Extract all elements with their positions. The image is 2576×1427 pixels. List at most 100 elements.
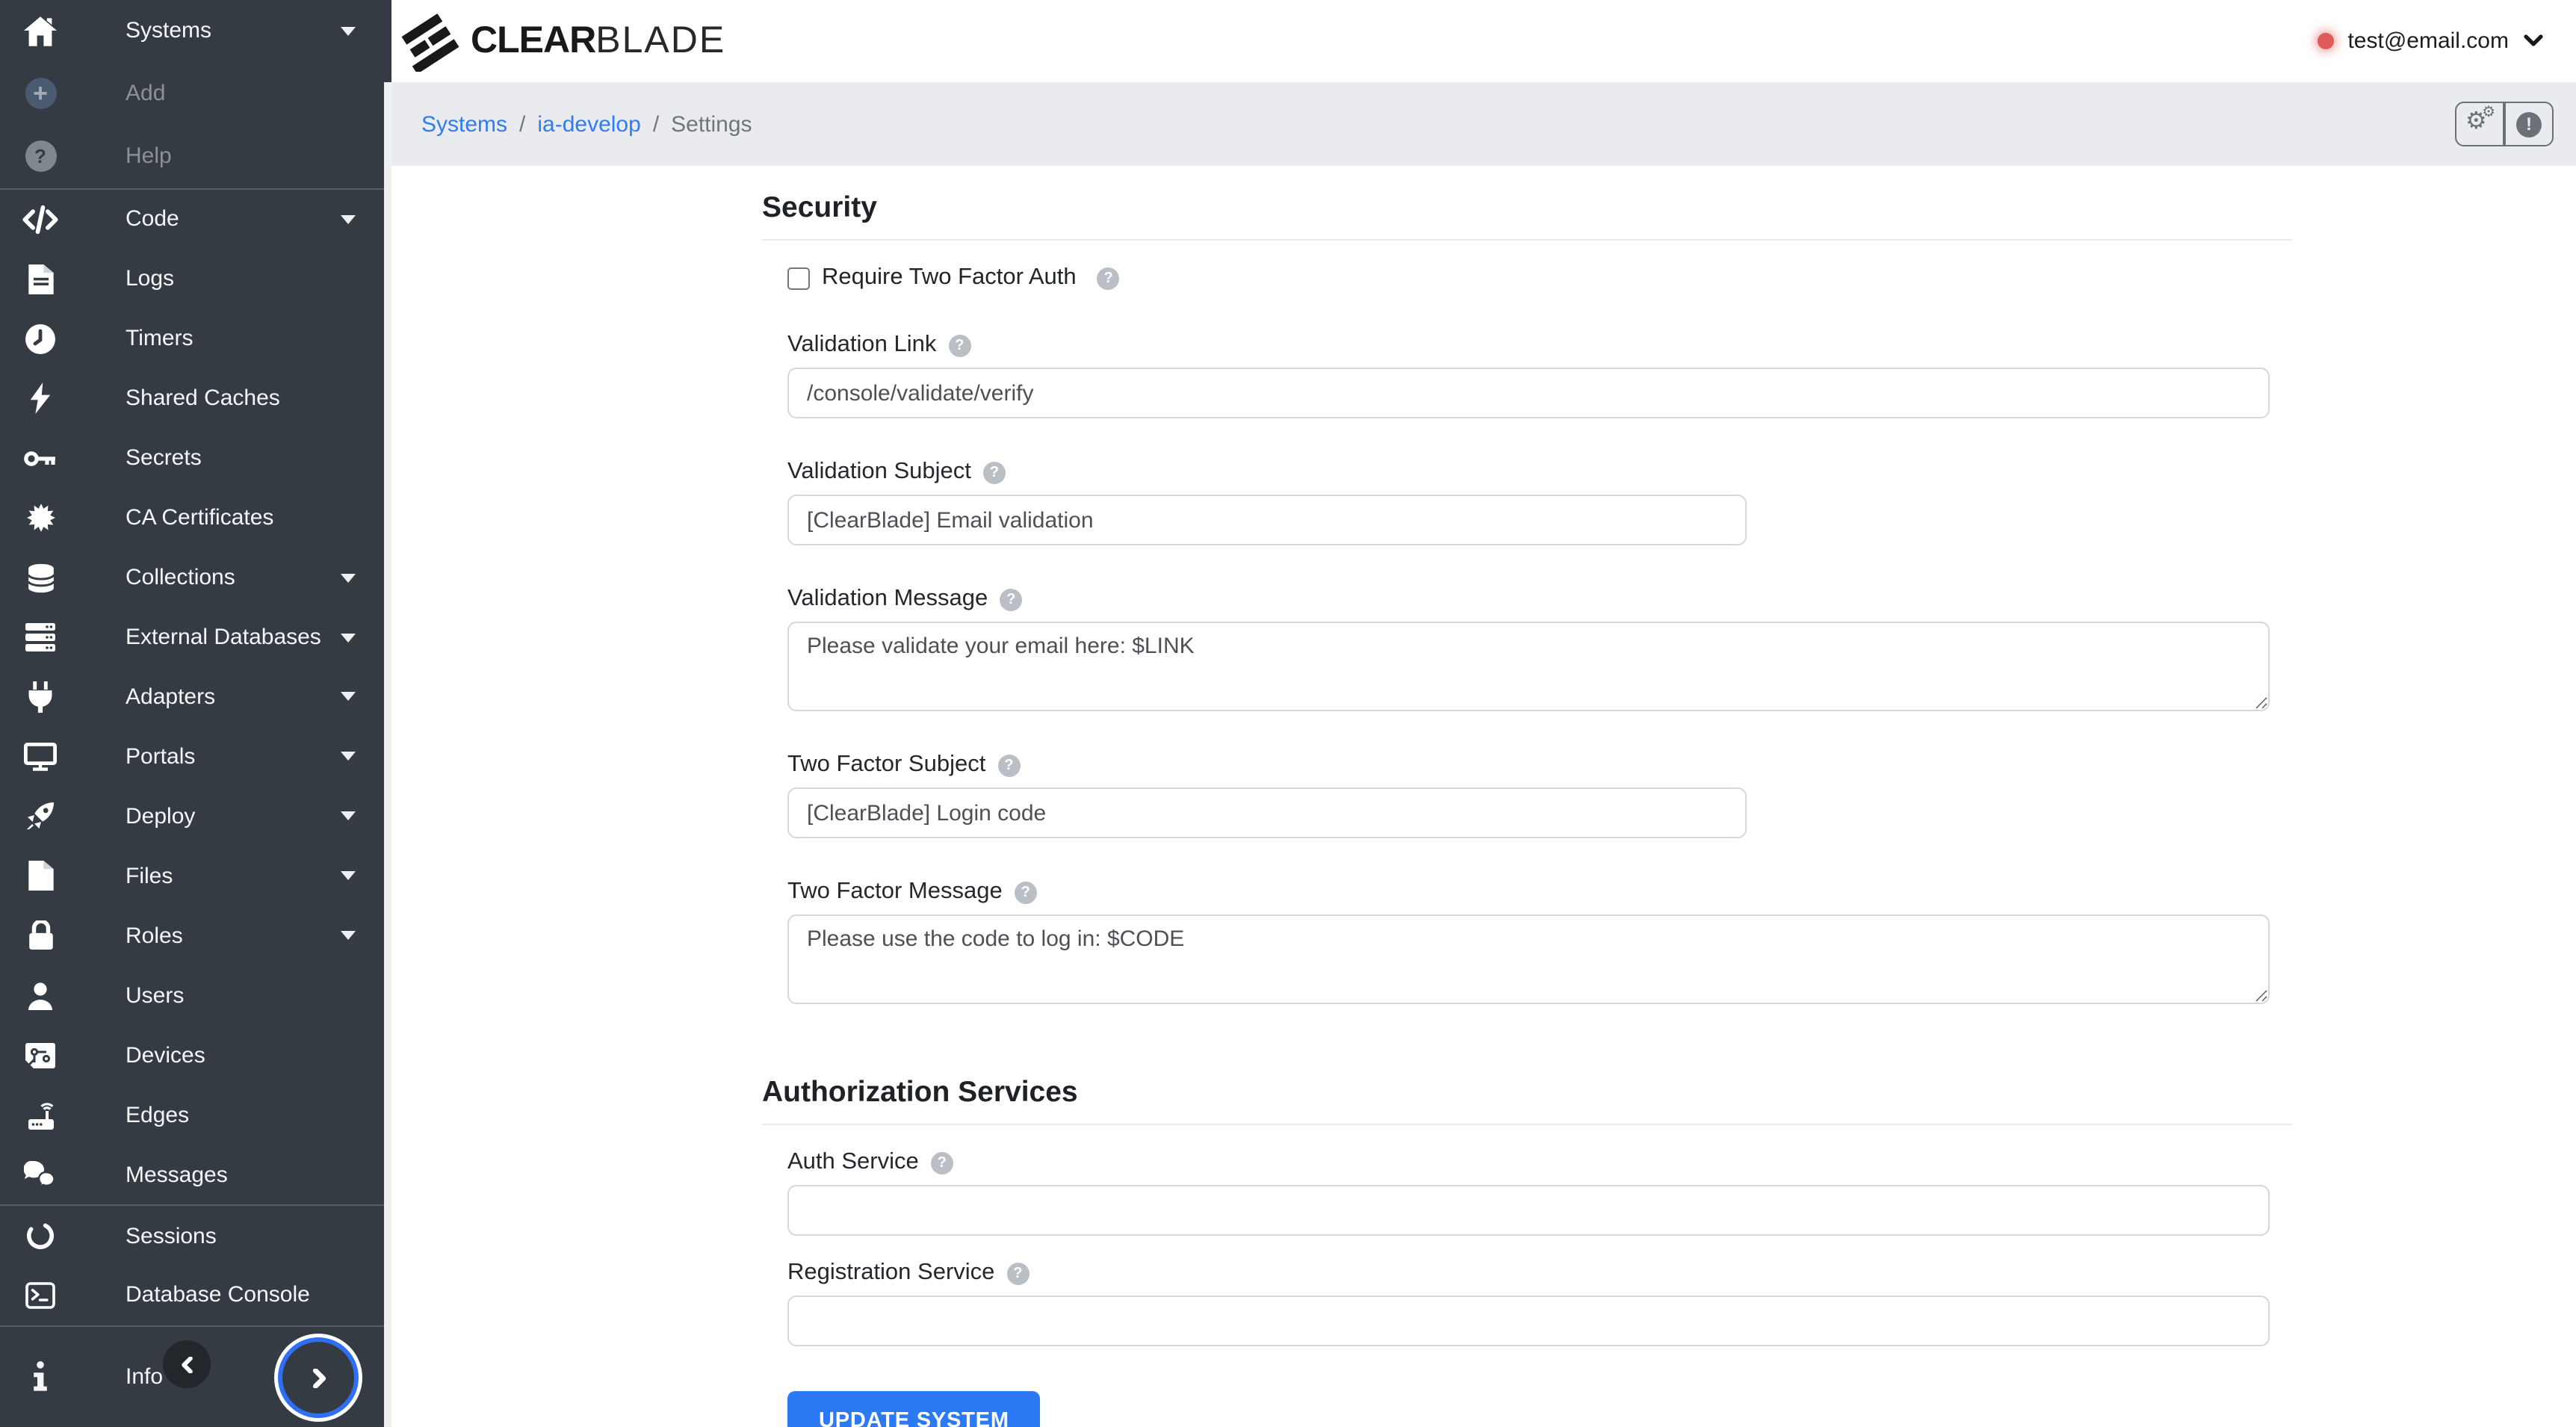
sidebar-item-files[interactable]: Files	[0, 846, 391, 906]
sidebar-item-messages[interactable]: Messages	[0, 1145, 391, 1204]
certificate-icon	[21, 502, 60, 533]
breadcrumb-systems-link[interactable]: Systems	[421, 111, 507, 137]
sidebar-item-label: Code	[126, 207, 179, 232]
sidebar-item-database-console[interactable]: Database Console	[0, 1266, 391, 1325]
sidebar-item-roles[interactable]: Roles	[0, 906, 391, 966]
sidebar-item-help[interactable]: ? Help	[0, 126, 391, 188]
sidebar-item-logs[interactable]: Logs	[0, 250, 391, 309]
two-factor-message-textarea[interactable]: Please use the code to log in: $CODE	[787, 914, 2270, 1004]
validation-link-group: Validation Link ?	[787, 332, 2270, 418]
sidebar-item-external-databases[interactable]: External Databases	[0, 607, 391, 667]
validation-message-label: Validation Message	[787, 586, 988, 613]
chevron-down-icon	[341, 693, 356, 702]
breadcrumb-separator: /	[653, 111, 659, 137]
clock-icon	[21, 324, 60, 353]
authorization-section-title: Authorization Services	[762, 1076, 2292, 1125]
sidebar-item-edges[interactable]: Edges	[0, 1085, 391, 1145]
help-icon[interactable]: ?	[983, 461, 1006, 483]
key-icon	[21, 448, 60, 468]
system-info-button[interactable]: !	[2504, 102, 2554, 146]
two-factor-subject-label: Two Factor Subject	[787, 752, 985, 778]
sidebar-item-label: Info	[126, 1364, 163, 1390]
two-factor-subject-input[interactable]	[787, 787, 1747, 838]
two-factor-checkbox-row: Require Two Factor Auth ?	[787, 264, 2270, 291]
exclamation-circle-icon: !	[2516, 111, 2542, 137]
registration-service-label: Registration Service	[787, 1260, 994, 1287]
sidebar-item-shared-caches[interactable]: Shared Caches	[0, 368, 391, 428]
sidebar-item-label: Shared Caches	[126, 386, 280, 411]
sidebar-item-collections[interactable]: Collections	[0, 548, 391, 607]
help-icon[interactable]: ?	[1097, 267, 1120, 289]
sidebar-item-label: Users	[126, 982, 184, 1008]
system-settings-button[interactable]: ⚙⚙	[2455, 102, 2504, 146]
desktop-icon	[21, 743, 60, 771]
validation-message-textarea[interactable]: Please validate your email here: $LINK	[787, 622, 2270, 711]
sidebar-scrollbar[interactable]	[384, 82, 391, 1427]
expand-right-button[interactable]	[278, 1337, 359, 1418]
sidebar-item-label: Add	[126, 81, 165, 107]
help-icon[interactable]: ?	[997, 754, 1020, 776]
registration-service-input[interactable]	[787, 1296, 2270, 1346]
plug-icon	[21, 681, 60, 713]
comments-icon	[21, 1161, 60, 1188]
sidebar-item-secrets[interactable]: Secrets	[0, 428, 391, 488]
sidebar-item-label: External Databases	[126, 625, 321, 650]
update-system-button[interactable]: UPDATE SYSTEM	[787, 1391, 1041, 1427]
require-two-factor-checkbox[interactable]	[787, 267, 810, 289]
sidebar-item-info[interactable]: Info	[0, 1327, 391, 1427]
help-icon[interactable]: ?	[1015, 881, 1037, 903]
settings-page: Security Require Two Factor Auth ? Valid…	[391, 166, 2576, 1427]
sidebar-item-label: Systems	[126, 19, 211, 44]
chevron-down-icon	[341, 573, 356, 582]
validation-link-input[interactable]	[787, 368, 2270, 418]
clearblade-logo-mark	[399, 11, 462, 71]
sidebar-item-systems[interactable]: Systems	[0, 0, 391, 63]
account-menu[interactable]: test@email.com	[2318, 0, 2543, 82]
breadcrumb-system-link[interactable]: ia-develop	[537, 111, 640, 137]
sidebar-item-devices[interactable]: Devices	[0, 1025, 391, 1085]
sidebar-item-users[interactable]: Users	[0, 966, 391, 1026]
auth-service-input[interactable]	[787, 1185, 2270, 1236]
sidebar-item-label: Timers	[126, 326, 193, 351]
breadcrumb-current: Settings	[671, 111, 752, 137]
sidebar: Systems + Add ? Help Code	[0, 0, 391, 1427]
sidebar-item-adapters[interactable]: Adapters	[0, 667, 391, 727]
file-lines-icon	[21, 264, 60, 294]
chevron-down-icon	[341, 812, 356, 821]
server-icon	[21, 623, 60, 651]
registration-service-group: Registration Service ?	[787, 1260, 2270, 1346]
status-dot	[2318, 33, 2334, 49]
sidebar-item-ca-certificates[interactable]: CA Certificates	[0, 488, 391, 548]
sidebar-item-label: Files	[126, 864, 173, 889]
sidebar-item-label: Roles	[126, 923, 183, 949]
page-toolbar: ⚙⚙ !	[2455, 102, 2554, 146]
sidebar-item-label: Secrets	[126, 445, 202, 471]
help-icon[interactable]: ?	[948, 334, 970, 356]
sidebar-item-timers[interactable]: Timers	[0, 309, 391, 369]
chevron-down-icon	[341, 215, 356, 224]
sidebar-item-label: Sessions	[126, 1223, 217, 1248]
sidebar-item-sessions[interactable]: Sessions	[0, 1206, 391, 1266]
code-icon	[21, 205, 60, 235]
refresh-icon	[21, 1221, 60, 1251]
router-icon	[21, 1101, 60, 1129]
validation-subject-input[interactable]	[787, 495, 1747, 545]
sidebar-item-portals[interactable]: Portals	[0, 727, 391, 787]
collapse-left-button[interactable]	[163, 1340, 211, 1388]
validation-message-group: Validation Message ? Please validate you…	[787, 586, 2270, 711]
logo-text: CLEARBLADE	[471, 19, 725, 63]
bolt-icon	[21, 383, 60, 414]
two-factor-message-label: Two Factor Message	[787, 879, 1003, 906]
help-icon[interactable]: ?	[931, 1151, 953, 1174]
lock-icon	[21, 921, 60, 951]
sidebar-item-add[interactable]: + Add	[0, 63, 391, 126]
sidebar-item-deploy[interactable]: Deploy	[0, 787, 391, 846]
database-icon	[21, 563, 60, 592]
help-icon[interactable]: ?	[1000, 588, 1022, 610]
sidebar-item-label: Collections	[126, 565, 235, 590]
home-icon	[21, 16, 60, 46]
validation-link-label: Validation Link	[787, 332, 936, 359]
sidebar-item-label: CA Certificates	[126, 505, 273, 530]
help-icon[interactable]: ?	[1006, 1262, 1029, 1284]
sidebar-item-code[interactable]: Code	[0, 190, 391, 250]
